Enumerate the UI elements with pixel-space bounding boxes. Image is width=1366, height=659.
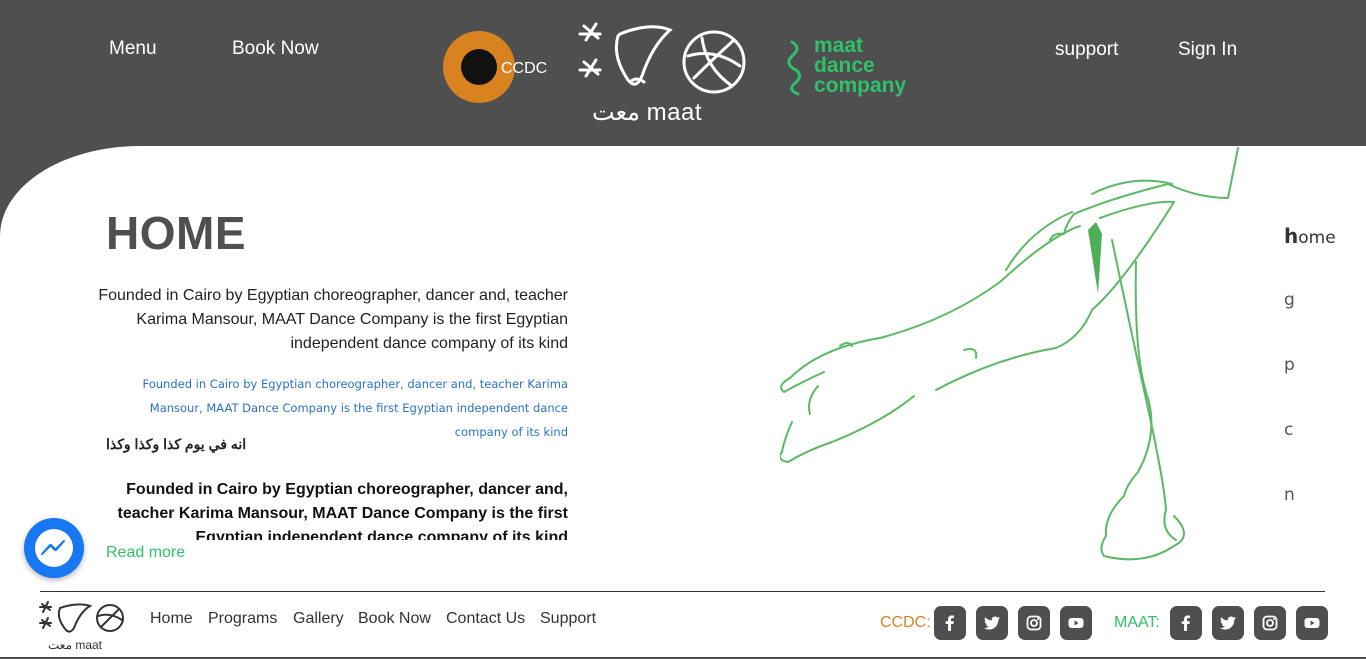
footer-link-book-now[interactable]: Book Now [358, 610, 431, 628]
mdc-line-3: company [814, 74, 907, 97]
page-title: HOME [106, 207, 246, 259]
read-more-link[interactable]: Read more [106, 544, 185, 562]
maat-twitter-icon[interactable] [1212, 606, 1244, 640]
mdc-line-1: maat [814, 34, 864, 57]
side-nav-programs[interactable]: p [1284, 355, 1344, 375]
side-nav-news-initial: n [1284, 485, 1295, 505]
footer-link-home[interactable]: Home [150, 610, 193, 628]
side-nav-home-rest: ome [1298, 228, 1336, 248]
menu-button[interactable]: Menu [109, 38, 157, 60]
ccdc-youtube-icon[interactable] [1060, 606, 1092, 640]
footer-link-programs[interactable]: Programs [208, 610, 277, 628]
mdc-line-2: dance [814, 54, 875, 77]
intro-paragraph-bold: Founded in Cairo by Egyptian choreograph… [117, 481, 568, 540]
support-link[interactable]: support [1055, 39, 1118, 61]
maat-logo-text: معت maat [592, 99, 703, 126]
side-nav-contact[interactable]: c [1284, 420, 1344, 440]
side-nav-contact-initial: c [1284, 420, 1294, 440]
side-nav-home[interactable]: home [1284, 224, 1344, 248]
arabic-text: انه في يوم كذا وكذا وكذا [106, 436, 247, 452]
footer-link-contact-us[interactable]: Contact Us [446, 610, 525, 628]
ccdc-facebook-icon[interactable] [934, 606, 966, 640]
ccdc-twitter-icon[interactable] [976, 606, 1008, 640]
book-now-link[interactable]: Book Now [232, 38, 319, 60]
side-nav-programs-initial: p [1284, 355, 1295, 375]
side-nav-news[interactable]: n [1284, 485, 1344, 505]
ccdc-social-label: CCDC: [880, 614, 931, 631]
side-nav-gallery-initial: g [1284, 290, 1295, 310]
maat-instagram-icon[interactable] [1254, 606, 1286, 640]
sign-in-link[interactable]: Sign In [1178, 39, 1237, 61]
ccdc-instagram-icon[interactable] [1018, 606, 1050, 640]
maat-social-label: MAAT: [1114, 614, 1160, 631]
intro-paragraph: Founded in Cairo by Egyptian choreograph… [98, 287, 568, 352]
maat-youtube-icon[interactable] [1296, 606, 1328, 640]
messenger-icon[interactable] [24, 518, 84, 578]
side-nav-home-initial: h [1284, 224, 1299, 248]
maat-facebook-icon[interactable] [1170, 606, 1202, 640]
footer-divider [40, 591, 1325, 592]
footer-link-support[interactable]: Support [540, 610, 596, 628]
side-nav-gallery[interactable]: g [1284, 290, 1344, 310]
maat-dance-company-logo[interactable]: maat dance company [788, 34, 907, 97]
dancer-illustration [780, 147, 1239, 561]
intro-paragraph-alt-font: Founded in Cairo by Egyptian choreograph… [142, 377, 569, 439]
ccdc-logo-text: CCDC [501, 60, 548, 77]
footer-logo-text: معت maat [48, 638, 103, 652]
footer-link-gallery[interactable]: Gallery [293, 610, 344, 628]
